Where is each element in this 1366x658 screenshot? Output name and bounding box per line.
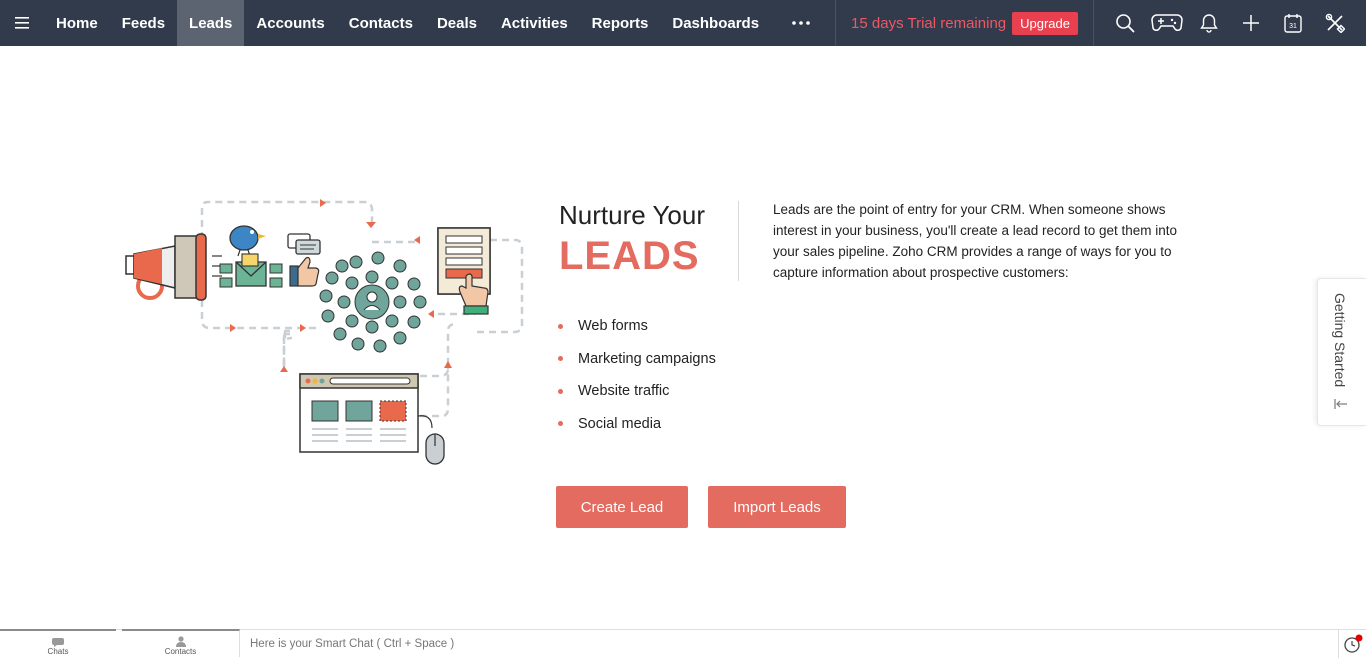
getting-started-label: Getting Started	[1332, 293, 1348, 388]
nav-item-activities[interactable]: Activities	[489, 0, 580, 46]
bullet-dot-icon	[558, 323, 563, 329]
list-item-label: Website traffic	[578, 383, 670, 400]
calendar-day-number: 31	[1289, 23, 1297, 30]
heading-divider	[738, 201, 739, 281]
contacts-tab[interactable]: Contacts	[122, 629, 240, 657]
collapse-arrow-icon	[1334, 397, 1348, 415]
top-navigation-bar: Home Feeds Leads Accounts Contacts Deals…	[0, 0, 1366, 46]
chat-icon	[52, 638, 64, 647]
list-item-label: Social media	[578, 415, 662, 432]
nav-item-feeds[interactable]: Feeds	[110, 0, 177, 46]
nav-item-dashboards[interactable]: Dashboards	[660, 0, 771, 46]
web-form-icon	[437, 227, 491, 315]
topbar-right: 15 days Trial remaining Upgrade 31	[835, 0, 1366, 46]
chats-tab[interactable]: Chats	[0, 629, 116, 657]
toolbar-icons: 31	[1094, 0, 1366, 46]
bottom-bar: Chats Contacts	[0, 629, 1366, 658]
upgrade-button[interactable]: Upgrade	[1012, 11, 1078, 35]
search-icon[interactable]	[1104, 0, 1146, 46]
leads-illustration	[120, 196, 530, 471]
chats-label: Chats	[47, 647, 69, 656]
list-item-label: Marketing campaigns	[578, 350, 716, 367]
list-item-label: Web forms	[578, 318, 648, 335]
create-lead-button[interactable]: Create Lead	[556, 486, 688, 528]
main-nav: Home Feeds Leads Accounts Contacts Deals…	[44, 0, 771, 46]
trial-banner: 15 days Trial remaining Upgrade	[835, 0, 1094, 46]
bullet-dot-icon	[558, 421, 563, 427]
bullet-dot-icon	[558, 356, 563, 362]
more-modules-icon[interactable]	[771, 0, 831, 46]
nav-item-home[interactable]: Home	[44, 0, 110, 46]
tools-icon[interactable]	[1314, 0, 1356, 46]
trial-remaining-text: 15 days Trial remaining	[851, 14, 1007, 32]
lead-sources-list: Web forms Marketing campaigns Website tr…	[556, 310, 716, 440]
menu-icon[interactable]	[0, 0, 44, 46]
megaphone-icon	[125, 233, 226, 301]
list-item: Marketing campaigns	[556, 343, 716, 376]
nav-item-accounts[interactable]: Accounts	[244, 0, 336, 46]
clock-icon[interactable]	[1338, 630, 1366, 658]
heading-top-line: Nurture Your	[559, 200, 705, 230]
list-item: Website traffic	[556, 375, 716, 408]
contacts-label: Contacts	[164, 647, 197, 656]
bird-icon	[229, 225, 266, 257]
gamepad-icon[interactable]	[1146, 0, 1188, 46]
envelope-icon	[219, 253, 283, 288]
getting-started-tab[interactable]: Getting Started	[1317, 278, 1366, 426]
heading-big-line: LEADS	[559, 234, 700, 278]
bell-icon[interactable]	[1188, 0, 1230, 46]
mouse-icon	[417, 415, 445, 465]
person-icon	[175, 636, 186, 647]
nav-item-leads[interactable]: Leads	[177, 0, 245, 46]
thumbs-up-icon	[289, 256, 320, 287]
hero-heading: Nurture Your LEADS	[559, 200, 705, 282]
import-leads-button[interactable]: Import Leads	[708, 486, 846, 528]
nav-item-deals[interactable]: Deals	[425, 0, 489, 46]
smart-chat-input[interactable]	[241, 630, 1337, 658]
audience-cluster-icon	[319, 251, 427, 353]
nav-item-contacts[interactable]: Contacts	[337, 0, 425, 46]
nav-item-reports[interactable]: Reports	[580, 0, 661, 46]
leads-description: Leads are the point of entry for your CR…	[773, 202, 1178, 280]
list-item: Web forms	[556, 310, 716, 343]
website-icon	[299, 373, 419, 453]
list-item: Social media	[556, 408, 716, 441]
plus-icon[interactable]	[1230, 0, 1272, 46]
chat-bubble-icon	[287, 233, 321, 255]
calendar-icon[interactable]: 31	[1272, 0, 1314, 46]
bullet-dot-icon	[558, 388, 563, 394]
